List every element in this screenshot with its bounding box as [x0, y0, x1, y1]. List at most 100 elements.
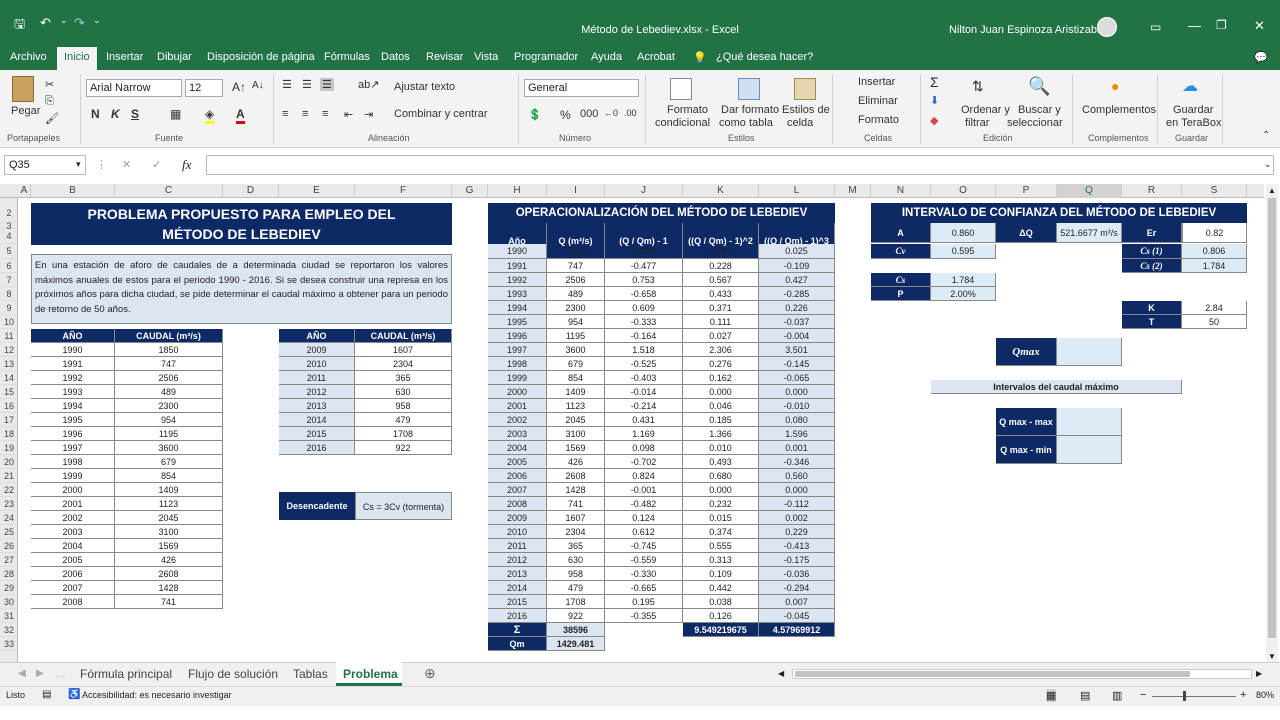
row-header-32[interactable]: 32 [0, 623, 18, 637]
normal-view-icon[interactable]: ▦ [1046, 689, 1057, 702]
column-header-J[interactable]: J [605, 184, 683, 198]
grow-font-icon[interactable]: A↑ [232, 80, 246, 94]
fill-color-icon[interactable]: ◈ [205, 107, 215, 124]
conditional-format-button[interactable]: Formato [667, 104, 708, 116]
row-header-25[interactable]: 25 [0, 525, 18, 539]
row-header-14[interactable]: 14 [0, 371, 18, 385]
zoom-out-icon[interactable]: − [1140, 689, 1146, 701]
maximize-icon[interactable]: ❐ [1216, 18, 1227, 32]
tab-archivo[interactable]: Archivo [10, 51, 47, 63]
sheet-tab-problema[interactable]: Problema [343, 667, 398, 681]
tab-revisar[interactable]: Revisar [426, 51, 463, 63]
zoom-level[interactable]: 80% [1256, 690, 1274, 700]
currency-icon[interactable]: 💲 [528, 108, 542, 121]
tab-ayuda[interactable]: Ayuda [591, 51, 622, 63]
borders-icon[interactable]: ▦ [170, 107, 181, 121]
sheet-tab-formula[interactable]: Fórmula principal [80, 667, 172, 681]
column-header-N[interactable]: N [871, 184, 931, 198]
cell-styles-button[interactable]: Estilos de [782, 104, 830, 116]
column-header-A[interactable]: A [18, 184, 31, 198]
spreadsheet-grid[interactable]: ▲ ▼ ABCDEFGHIJKLMNOPQRS 2 3 4 5 6 7 8 9 10 11 12 13… [0, 184, 1280, 662]
prev-sheet-icon[interactable]: ◀ [18, 668, 26, 679]
format-table-button[interactable]: Dar formato [721, 104, 779, 116]
row-header-6[interactable]: 6 [0, 259, 18, 273]
scroll-right-icon[interactable]: ▶ [1256, 669, 1262, 678]
copy-icon[interactable]: ⎘ [45, 95, 54, 108]
font-name-select[interactable]: Arial Narrow [86, 79, 182, 97]
orientation-icon[interactable]: ab↗ [358, 78, 379, 91]
redo-icon[interactable]: ↷ [74, 15, 85, 31]
undo-dropdown-icon[interactable]: ⌄ [60, 15, 68, 26]
font-size-select[interactable]: 12 [185, 79, 223, 97]
insert-cells-button[interactable]: Insertar [858, 76, 895, 88]
column-header-I[interactable]: I [547, 184, 605, 198]
fill-icon[interactable]: ⬇ [930, 94, 939, 107]
find-select-button-2[interactable]: seleccionar [1007, 117, 1063, 129]
next-sheet-icon[interactable]: ▶ [36, 668, 44, 679]
paste-icon[interactable] [12, 76, 34, 102]
collapse-ribbon-icon[interactable]: ⌃ [1262, 130, 1270, 141]
minimize-icon[interactable]: — [1188, 18, 1201, 33]
more-sheets-icon[interactable]: … [55, 668, 66, 680]
font-color-icon[interactable]: A [236, 107, 245, 124]
italic-button[interactable]: K [111, 107, 120, 121]
column-header-G[interactable]: G [452, 184, 488, 198]
autosum-icon[interactable]: Σ [930, 74, 939, 90]
row-header-12[interactable]: 12 [0, 343, 18, 357]
row-header-20[interactable]: 20 [0, 455, 18, 469]
name-box[interactable]: Q35 [4, 155, 86, 175]
row-header-26[interactable]: 26 [0, 539, 18, 553]
row-header-33[interactable]: 33 [0, 637, 18, 651]
page-break-icon[interactable]: ▥ [1112, 689, 1122, 702]
tab-programador[interactable]: Programador [514, 51, 578, 63]
clear-icon[interactable]: ◆ [930, 114, 938, 127]
accessibility-status[interactable]: Accesibilidad: es necesario investigar [82, 690, 232, 700]
column-header-D[interactable]: D [223, 184, 279, 198]
column-header-E[interactable]: E [279, 184, 355, 198]
row-header-27[interactable]: 27 [0, 553, 18, 567]
enter-icon[interactable]: ✓ [152, 158, 161, 171]
horizontal-scroll-thumb[interactable] [795, 671, 1190, 677]
format-table-button-2[interactable]: como tabla [719, 117, 773, 129]
column-header-L[interactable]: L [759, 184, 835, 198]
scroll-left-icon[interactable]: ◀ [778, 669, 784, 678]
bold-button[interactable]: N [91, 107, 100, 121]
wrap-text-button[interactable]: Ajustar texto [394, 81, 455, 93]
row-header-8[interactable]: 8 [0, 287, 18, 301]
column-header-R[interactable]: R [1122, 184, 1182, 198]
percent-icon[interactable]: % [560, 108, 571, 122]
comments-icon[interactable]: 💬 [1254, 51, 1268, 64]
paste-button[interactable]: Pegar [11, 105, 40, 117]
row-header-19[interactable]: 19 [0, 441, 18, 455]
row-header-31[interactable]: 31 [0, 609, 18, 623]
column-header-F[interactable]: F [355, 184, 452, 198]
row-header-11[interactable]: 11 [0, 329, 18, 343]
zoom-slider[interactable] [1152, 696, 1236, 697]
sheet-tab-flujo[interactable]: Flujo de solución [188, 667, 278, 681]
align-left-icon[interactable]: ≡ [282, 108, 288, 120]
name-box-dropdown-icon[interactable]: ▾ [76, 159, 81, 170]
close-icon[interactable]: ✕ [1254, 18, 1265, 34]
vertical-scroll-thumb[interactable] [1268, 198, 1276, 638]
align-bottom-icon[interactable]: ☰ [320, 78, 334, 91]
cancel-icon[interactable]: ✕ [122, 158, 131, 171]
row-header-17[interactable]: 17 [0, 413, 18, 427]
avatar[interactable] [1097, 17, 1117, 37]
tab-formulas[interactable]: Fórmulas [324, 51, 370, 63]
row-header-24[interactable]: 24 [0, 511, 18, 525]
row-header-18[interactable]: 18 [0, 427, 18, 441]
row-header-28[interactable]: 28 [0, 567, 18, 581]
tab-disposicion[interactable]: Disposición de página [207, 51, 315, 63]
ribbon-display-icon[interactable]: ▭ [1150, 20, 1161, 34]
row-header-16[interactable]: 16 [0, 399, 18, 413]
format-painter-icon[interactable]: 🖌 [45, 112, 59, 125]
underline-button[interactable]: S [131, 107, 139, 121]
row-header-10[interactable]: 10 [0, 315, 18, 329]
column-header-S[interactable]: S [1182, 184, 1247, 198]
cell-styles-button-2[interactable]: celda [787, 117, 813, 129]
add-sheet-icon[interactable]: ⊕ [424, 665, 436, 682]
sort-filter-button[interactable]: Ordenar y [961, 104, 1010, 116]
delete-cells-button[interactable]: Eliminar [858, 95, 898, 107]
increase-decimal-icon[interactable]: ←0 [604, 108, 618, 118]
comma-style-icon[interactable]: 000 [580, 108, 598, 120]
